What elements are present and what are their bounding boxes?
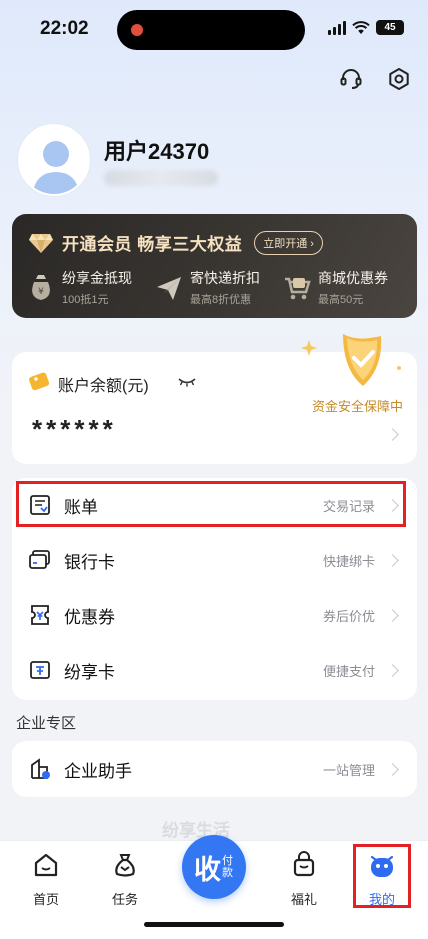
tab-mine[interactable]: 我的 (352, 851, 412, 908)
benefit-cash[interactable]: ¥ 纷享金抵现 100抵1元 (26, 268, 154, 307)
benefit-title: 寄快递折扣 (190, 270, 260, 286)
vip-membership-card[interactable]: 开通会员 畅享三大权益 立即开通 › ¥ 纷享金抵现 100抵1元 寄快递折扣最高… (12, 214, 417, 318)
security-status: 资金安全保障中 (311, 399, 403, 414)
benefit-title: 纷享金抵现 (62, 270, 132, 286)
pay-button-label: 收 (194, 854, 221, 885)
menu-label: 账单 (64, 498, 98, 517)
home-icon (34, 853, 58, 877)
wifi-icon (352, 20, 370, 34)
menu-item-bank-card[interactable]: 银行卡 快捷绑卡 (12, 533, 417, 588)
chevron-right-icon (386, 428, 399, 441)
bank-card-icon (29, 550, 50, 569)
balance-label: 账户余额(元) (58, 378, 149, 395)
tab-label: 福礼 (290, 892, 317, 907)
chevron-right-icon (386, 609, 399, 622)
benefit-sub: 最高50元 (318, 294, 364, 306)
collect-payment-button[interactable]: 收 付款 (182, 835, 246, 899)
benefit-express[interactable]: 寄快递折扣最高8折优惠 (154, 268, 282, 307)
eye-closed-icon[interactable] (178, 376, 196, 388)
chevron-right-icon (386, 499, 399, 512)
chevron-right-icon (386, 664, 399, 677)
menu-item-enterprise-assistant[interactable]: 企业助手 一站管理 (12, 741, 417, 797)
avatar-placeholder-icon (32, 141, 80, 194)
menu-hint: 快捷绑卡 (322, 554, 375, 569)
bag-icon: ¥ (32, 274, 50, 300)
tab-label: 我的 (368, 892, 395, 907)
enterprise-section-title: 企业专区 (16, 715, 77, 732)
status-bar: 22:02 45 (0, 0, 428, 58)
profile-face-icon (370, 855, 394, 877)
menu-label: 企业助手 (64, 761, 132, 781)
enterprise-row[interactable]: 企业助手 一站管理 (12, 741, 417, 797)
top-actions (338, 66, 412, 92)
menu-label: 优惠券 (64, 608, 115, 627)
avatar[interactable] (18, 124, 90, 196)
benefit-sub: 100抵1元 (62, 294, 109, 306)
battery-icon: 45 (376, 20, 404, 35)
menu-hint: 一站管理 (322, 762, 375, 778)
menu-hint: 便捷支付 (322, 664, 375, 679)
signal-icon (328, 20, 346, 35)
tab-label: 任务 (111, 892, 138, 907)
username: 用户24370 (104, 139, 210, 164)
dynamic-island (117, 10, 305, 50)
customer-service-icon[interactable] (338, 66, 364, 92)
menu-label: 银行卡 (64, 553, 115, 572)
recording-dot (131, 24, 143, 36)
coupon-icon (31, 605, 49, 625)
benefit-coupon[interactable]: 商城优惠券最高50元 (282, 268, 410, 307)
chevron-right-icon (386, 762, 399, 776)
bill-icon (30, 495, 50, 515)
share-card-icon (30, 661, 50, 679)
status-icons: 45 (328, 20, 404, 35)
balance-value: ****** (32, 414, 117, 444)
settings-icon[interactable] (386, 66, 412, 92)
gift-bag-icon (293, 851, 315, 877)
paper-plane-icon (157, 276, 181, 300)
menu-item-coupon[interactable]: 优惠券 券后价优 (12, 588, 417, 643)
menu-hint: 交易记录 (322, 499, 375, 514)
open-membership-label: 立即开通 (263, 237, 308, 250)
tab-label: 首页 (32, 892, 59, 907)
chevron-right-icon (386, 554, 399, 567)
tab-gifts[interactable]: 福礼 (274, 851, 334, 908)
benefit-list: ¥ 纷享金抵现 100抵1元 寄快递折扣最高8折优惠 商城优惠券最高50元 (26, 268, 410, 307)
tab-home[interactable]: 首页 (16, 851, 76, 908)
money-bag-icon (115, 854, 135, 877)
profile-header[interactable]: 用户24370 (18, 124, 418, 196)
enterprise-building-icon (31, 758, 50, 779)
masked-account-info (104, 170, 218, 186)
svg-text:¥: ¥ (38, 287, 44, 297)
open-membership-button[interactable]: 立即开通 › (254, 230, 323, 255)
benefit-sub: 最高8折优惠 (190, 294, 252, 306)
cart-icon (285, 277, 311, 299)
vip-title: 开通会员 畅享三大权益 (62, 235, 243, 254)
menu-item-bill[interactable]: 账单 交易记录 (12, 478, 417, 533)
home-indicator (144, 922, 284, 927)
menu-hint: 券后价优 (322, 609, 375, 624)
menu-item-share-card[interactable]: 纷享卡 便捷支付 (12, 643, 417, 698)
tab-tasks[interactable]: 任务 (95, 851, 155, 908)
service-menu: 账单 交易记录 银行卡 快捷绑卡 优惠券 券后价优 纷享卡 便捷支付 (12, 478, 417, 700)
balance-card[interactable]: 账户余额(元) ****** 资金安全保障中 (12, 334, 417, 464)
status-time: 22:02 (40, 18, 89, 39)
pay-button-sub-label: 付款 (222, 855, 233, 879)
menu-label: 纷享卡 (64, 663, 115, 682)
benefit-title: 商城优惠券 (318, 270, 388, 286)
diamond-icon (29, 233, 53, 253)
wallet-tag-icon (29, 372, 50, 391)
